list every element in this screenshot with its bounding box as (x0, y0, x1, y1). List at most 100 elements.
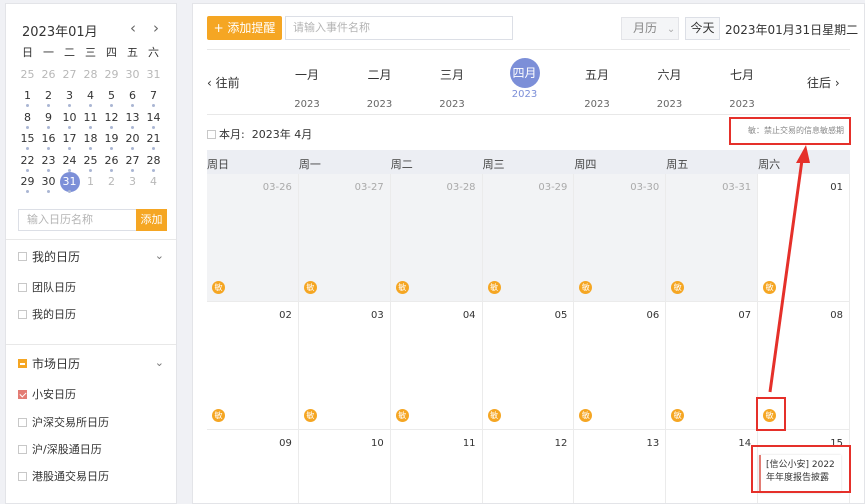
mini-calendar-day[interactable]: 7 (143, 89, 164, 111)
sensitive-badge[interactable]: 敏 (212, 409, 225, 422)
mini-calendar-day[interactable]: 18 (80, 132, 101, 154)
mini-calendar-day[interactable]: 4 (143, 175, 164, 197)
month-item[interactable]: 五月 2023 (572, 66, 622, 110)
mini-calendar-day[interactable]: 26 (101, 154, 122, 176)
mini-calendar-day[interactable]: 4 (80, 89, 101, 111)
mini-calendar-day[interactable]: 30 (122, 68, 143, 90)
my-calendars-header[interactable]: 我的日历 (18, 248, 80, 265)
mini-calendar-day[interactable]: 25 (17, 68, 38, 90)
day-cell[interactable]: 11 (391, 430, 483, 503)
next-months-button[interactable]: 往后 › (807, 74, 840, 91)
day-cell[interactable]: 03-30 敏 (574, 174, 667, 302)
mini-calendar-day[interactable]: 20 (122, 132, 143, 154)
day-cell[interactable]: 13 (574, 430, 667, 503)
day-cell[interactable]: 09 (207, 430, 299, 503)
sensitive-badge[interactable]: 敏 (395, 409, 409, 422)
day-cell[interactable]: 14 (666, 430, 759, 503)
day-cell[interactable]: 06 敏 (574, 302, 667, 430)
sensitive-badge[interactable]: 敏 (579, 409, 593, 422)
mini-calendar-day[interactable]: 1 (80, 175, 101, 197)
mini-calendar-day[interactable]: 9 (38, 111, 59, 133)
day-cell[interactable]: 12 (483, 430, 575, 503)
day-cell[interactable]: 01 敏 (758, 174, 850, 302)
day-cell[interactable]: 03-27 敏 (298, 174, 391, 302)
mini-calendar-day[interactable]: 6 (122, 89, 143, 111)
sensitive-badge[interactable]: 敏 (763, 281, 777, 294)
checkbox[interactable] (18, 417, 27, 427)
month-item[interactable]: 六月 2023 (645, 66, 695, 110)
sensitive-badge[interactable]: 敏 (579, 281, 593, 294)
sensitive-badge[interactable]: 敏 (671, 281, 685, 294)
checkbox[interactable] (18, 471, 27, 481)
mini-calendar-day[interactable]: 2 (38, 89, 59, 111)
today-button[interactable]: 今天 (685, 17, 720, 40)
mini-calendar-day[interactable]: 15 (17, 132, 38, 154)
event-search-input[interactable]: 请输入事件名称 (285, 16, 513, 40)
mini-calendar-day[interactable]: 11 (80, 111, 101, 133)
calendar-name-input[interactable]: 输入日历名称 (18, 209, 136, 231)
checkbox[interactable] (18, 282, 27, 292)
day-cell[interactable]: 04 敏 (390, 302, 483, 430)
mini-calendar-day[interactable]: 8 (17, 111, 38, 133)
day-cell[interactable]: 03-29 敏 (482, 174, 575, 302)
sensitive-badge[interactable]: 敏 (212, 281, 225, 294)
mini-calendar-day[interactable]: 19 (101, 132, 122, 154)
day-cell[interactable]: 05 敏 (482, 302, 575, 430)
mini-calendar-day[interactable]: 12 (101, 111, 122, 133)
market-calendars-header[interactable]: 市场日历 (18, 355, 80, 372)
mini-calendar-day[interactable]: 27 (122, 154, 143, 176)
add-calendar-button[interactable]: 添加 (136, 209, 167, 231)
mini-calendar-day[interactable]: 21 (143, 132, 164, 154)
day-cell[interactable]: 03-28 敏 (390, 174, 483, 302)
sensitive-badge[interactable]: 敏 (303, 409, 317, 422)
month-item[interactable]: 二月 2023 (355, 66, 405, 110)
mini-calendar-day[interactable]: 3 (122, 175, 143, 197)
month-item[interactable]: 四月 2023 (500, 58, 550, 100)
chevron-left-icon[interactable]: ‹ (130, 19, 136, 37)
checkbox[interactable] (18, 309, 27, 319)
mini-calendar-day[interactable]: 10 (59, 111, 80, 133)
mini-calendar-day[interactable]: 31 (143, 68, 164, 90)
mini-calendar-day[interactable]: 25 (80, 154, 101, 176)
day-cell[interactable]: 03-26 敏 (207, 174, 299, 302)
calendar-item-hk-connect[interactable]: 港股通交易日历 (18, 468, 109, 484)
mini-calendar-day[interactable]: 22 (17, 154, 38, 176)
chevron-down-icon[interactable]: ⌄ (155, 249, 164, 262)
day-cell[interactable]: 03 敏 (298, 302, 391, 430)
sensitive-badge[interactable]: 敏 (303, 281, 317, 294)
mini-calendar-day[interactable]: 23 (38, 154, 59, 176)
my-calendars-checkbox[interactable] (18, 252, 27, 261)
checkbox[interactable] (18, 444, 27, 454)
sensitive-badge[interactable]: 敏 (487, 281, 501, 294)
day-cell[interactable]: 03-31 敏 (666, 174, 759, 302)
sensitive-badge[interactable]: 敏 (487, 409, 501, 422)
mini-calendar-day[interactable]: 28 (143, 154, 164, 176)
checkbox-checked[interactable] (18, 389, 27, 399)
add-reminder-button[interactable]: + 添加提醒 (207, 16, 282, 40)
mini-calendar-day[interactable]: 2 (101, 175, 122, 197)
month-item[interactable]: 三月 2023 (427, 66, 477, 110)
mini-calendar-day[interactable]: 31 (59, 172, 80, 197)
mini-calendar-day[interactable]: 17 (59, 132, 80, 154)
calendar-item-team[interactable]: 团队日历 (18, 279, 76, 295)
sensitive-badge[interactable]: 敏 (671, 409, 685, 422)
calendar-item-stock-connect[interactable]: 沪/深股通日历 (18, 441, 102, 457)
market-calendars-checkbox[interactable] (18, 359, 27, 368)
chevron-down-icon[interactable]: ⌄ (155, 356, 164, 369)
day-cell[interactable]: 07 敏 (666, 302, 759, 430)
mini-calendar-day[interactable]: 27 (59, 68, 80, 90)
mini-calendar-day[interactable]: 28 (80, 68, 101, 90)
calendar-item-xiaoan[interactable]: 小安日历 (18, 386, 76, 402)
mini-calendar-day[interactable]: 3 (59, 89, 80, 111)
sensitive-badge[interactable]: 敏 (395, 281, 409, 294)
prev-months-button[interactable]: ‹ 往前 (207, 74, 240, 91)
mini-calendar-day[interactable]: 16 (38, 132, 59, 154)
mini-calendar-day[interactable]: 26 (38, 68, 59, 90)
mini-calendar-day[interactable]: 14 (143, 111, 164, 133)
day-cell[interactable]: 10 (299, 430, 391, 503)
mini-calendar-day[interactable]: 30 (38, 175, 59, 197)
mini-calendar-day[interactable]: 29 (101, 68, 122, 90)
chevron-right-icon[interactable]: › (153, 19, 159, 37)
month-item[interactable]: 一月 2023 (282, 66, 332, 110)
mini-calendar-day[interactable]: 5 (101, 89, 122, 111)
